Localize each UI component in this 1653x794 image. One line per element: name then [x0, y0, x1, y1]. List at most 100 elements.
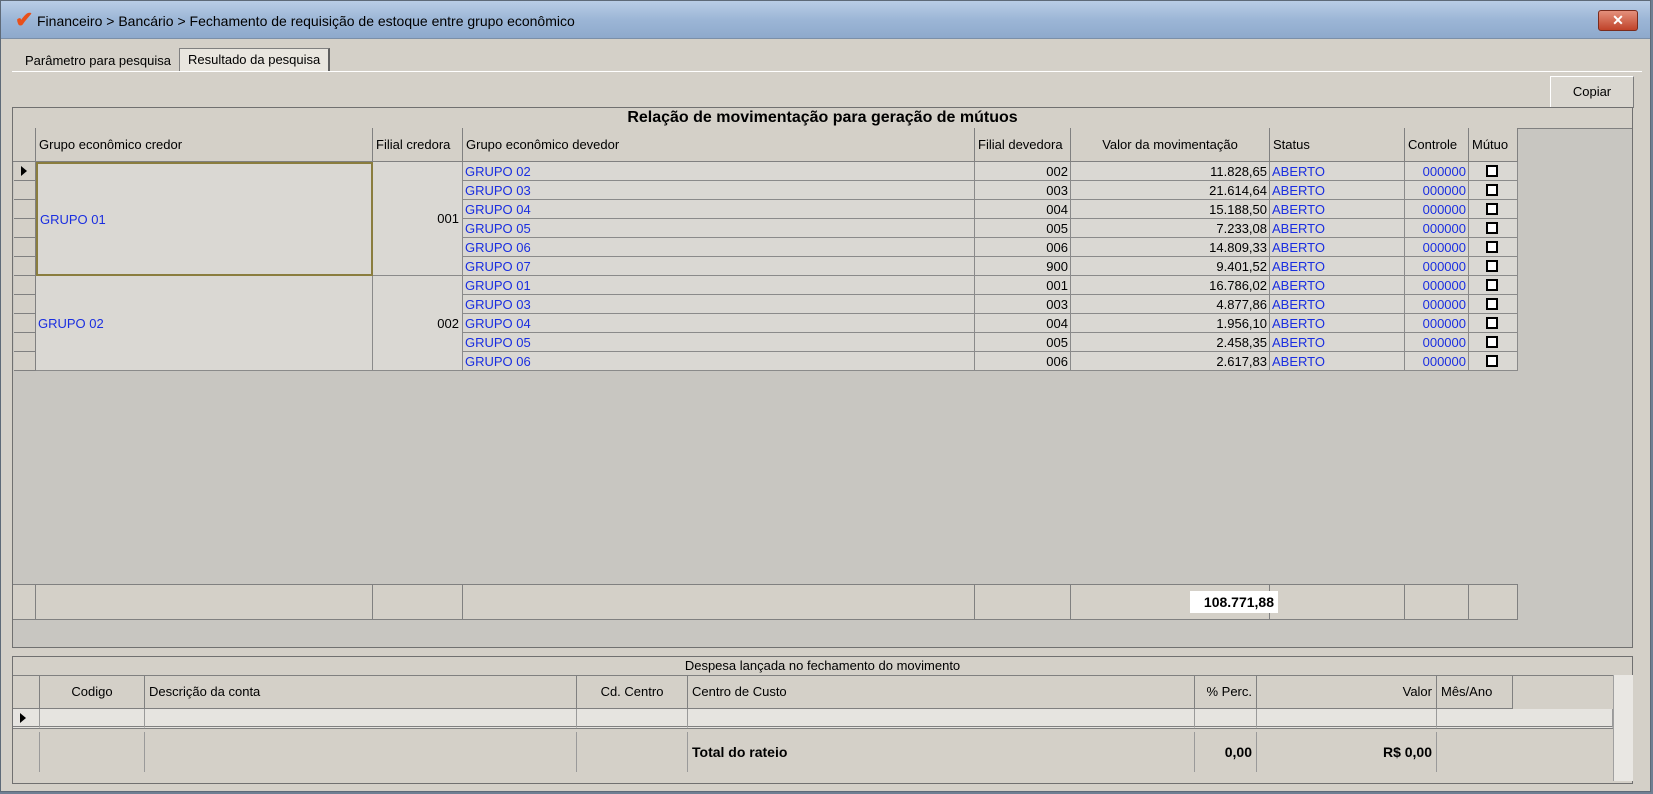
group-filial-credora[interactable]: 001: [373, 162, 463, 276]
col-centro-custo[interactable]: Centro de Custo: [688, 675, 1195, 709]
cell-devedor[interactable]: GRUPO 06: [463, 238, 975, 257]
cell-filial-devedora[interactable]: 001: [975, 276, 1071, 295]
col-valor[interactable]: Valor: [1257, 675, 1437, 709]
row-indicator[interactable]: [14, 162, 36, 181]
cell-filial-devedora[interactable]: 004: [975, 314, 1071, 333]
col-mutuo[interactable]: Mútuo: [1469, 128, 1518, 162]
cell-devedor[interactable]: GRUPO 05: [463, 333, 975, 352]
col-status[interactable]: Status: [1270, 128, 1405, 162]
cell-valor[interactable]: 1.956,10: [1071, 314, 1270, 333]
expense-cell[interactable]: [145, 709, 577, 729]
cell-valor[interactable]: 16.786,02: [1071, 276, 1270, 295]
cell-status[interactable]: ABERTO: [1270, 314, 1405, 333]
tab-search-parameters[interactable]: Parâmetro para pesquisa: [25, 50, 171, 72]
cell-controle[interactable]: 000000: [1405, 352, 1469, 371]
mutuo-checkbox[interactable]: [1486, 260, 1498, 272]
cell-status[interactable]: ABERTO: [1270, 333, 1405, 352]
mutuo-checkbox[interactable]: [1486, 279, 1498, 291]
mutuo-checkbox[interactable]: [1486, 355, 1498, 367]
expense-cell[interactable]: [40, 709, 145, 729]
cell-valor[interactable]: 15.188,50: [1071, 200, 1270, 219]
cell-controle[interactable]: 000000: [1405, 200, 1469, 219]
cell-status[interactable]: ABERTO: [1270, 200, 1405, 219]
cell-controle[interactable]: 000000: [1405, 333, 1469, 352]
cell-valor[interactable]: 9.401,52: [1071, 257, 1270, 276]
row-indicator[interactable]: [13, 709, 40, 729]
cell-filial-devedora[interactable]: 005: [975, 333, 1071, 352]
cell-controle[interactable]: 000000: [1405, 219, 1469, 238]
cell-devedor[interactable]: GRUPO 03: [463, 181, 975, 200]
expense-cell[interactable]: [1257, 709, 1437, 729]
cell-filial-devedora[interactable]: 005: [975, 219, 1071, 238]
row-indicator[interactable]: [14, 295, 36, 314]
col-filial-credora[interactable]: Filial credora: [373, 128, 463, 162]
cell-controle[interactable]: 000000: [1405, 181, 1469, 200]
mutuo-checkbox[interactable]: [1486, 336, 1498, 348]
cell-devedor[interactable]: GRUPO 05: [463, 219, 975, 238]
cell-devedor[interactable]: GRUPO 02: [463, 162, 975, 181]
cell-devedor[interactable]: GRUPO 04: [463, 314, 975, 333]
expense-cell[interactable]: [1437, 709, 1613, 729]
group-filial-credora[interactable]: 002: [373, 276, 463, 371]
row-indicator[interactable]: [14, 352, 36, 371]
cell-status[interactable]: ABERTO: [1270, 219, 1405, 238]
tab-search-results[interactable]: Resultado da pesquisa: [179, 48, 331, 71]
col-mes-ano[interactable]: Mês/Ano: [1437, 675, 1513, 709]
cell-devedor[interactable]: GRUPO 04: [463, 200, 975, 219]
mutuo-checkbox[interactable]: [1486, 222, 1498, 234]
cell-controle[interactable]: 000000: [1405, 238, 1469, 257]
cell-devedor[interactable]: GRUPO 06: [463, 352, 975, 371]
cell-controle[interactable]: 000000: [1405, 162, 1469, 181]
cell-controle[interactable]: 000000: [1405, 257, 1469, 276]
cell-filial-devedora[interactable]: 006: [975, 238, 1071, 257]
group-credor[interactable]: GRUPO 01: [36, 162, 373, 276]
cell-status[interactable]: ABERTO: [1270, 181, 1405, 200]
col-perc[interactable]: % Perc.: [1195, 675, 1257, 709]
close-button[interactable]: ✕: [1598, 10, 1638, 31]
cell-status[interactable]: ABERTO: [1270, 257, 1405, 276]
col-descricao[interactable]: Descrição da conta: [145, 675, 577, 709]
col-codigo[interactable]: Codigo: [40, 675, 145, 709]
row-indicator[interactable]: [14, 200, 36, 219]
cell-status[interactable]: ABERTO: [1270, 238, 1405, 257]
mutuo-checkbox[interactable]: [1486, 184, 1498, 196]
mutuo-checkbox[interactable]: [1486, 317, 1498, 329]
cell-valor[interactable]: 7.233,08: [1071, 219, 1270, 238]
mutuo-checkbox[interactable]: [1486, 165, 1498, 177]
row-indicator[interactable]: [14, 276, 36, 295]
col-controle[interactable]: Controle: [1405, 128, 1469, 162]
cell-devedor[interactable]: GRUPO 03: [463, 295, 975, 314]
cell-controle[interactable]: 000000: [1405, 295, 1469, 314]
cell-status[interactable]: ABERTO: [1270, 162, 1405, 181]
vertical-scrollbar[interactable]: [1613, 675, 1633, 781]
cell-devedor[interactable]: GRUPO 01: [463, 276, 975, 295]
expense-cell[interactable]: [688, 709, 1195, 729]
cell-valor[interactable]: 2.617,83: [1071, 352, 1270, 371]
cell-filial-devedora[interactable]: 002: [975, 162, 1071, 181]
cell-status[interactable]: ABERTO: [1270, 295, 1405, 314]
cell-controle[interactable]: 000000: [1405, 276, 1469, 295]
copy-button[interactable]: Copiar: [1550, 76, 1634, 108]
cell-controle[interactable]: 000000: [1405, 314, 1469, 333]
row-indicator[interactable]: [14, 257, 36, 276]
cell-filial-devedora[interactable]: 003: [975, 295, 1071, 314]
mutuo-checkbox[interactable]: [1486, 241, 1498, 253]
row-indicator[interactable]: [14, 181, 36, 200]
cell-devedor[interactable]: GRUPO 07: [463, 257, 975, 276]
cell-filial-devedora[interactable]: 004: [975, 200, 1071, 219]
expense-cell[interactable]: [1195, 709, 1257, 729]
mutuo-checkbox[interactable]: [1486, 298, 1498, 310]
col-credor[interactable]: Grupo econômico credor: [36, 128, 373, 162]
col-cd-centro[interactable]: Cd. Centro: [577, 675, 688, 709]
col-filial-devedora[interactable]: Filial devedora: [975, 128, 1071, 162]
row-indicator[interactable]: [14, 314, 36, 333]
cell-valor[interactable]: 11.828,65: [1071, 162, 1270, 181]
col-devedor[interactable]: Grupo econômico devedor: [463, 128, 975, 162]
cell-status[interactable]: ABERTO: [1270, 276, 1405, 295]
mutuo-checkbox[interactable]: [1486, 203, 1498, 215]
row-indicator[interactable]: [14, 333, 36, 352]
cell-valor[interactable]: 2.458,35: [1071, 333, 1270, 352]
cell-status[interactable]: ABERTO: [1270, 352, 1405, 371]
cell-valor[interactable]: 4.877,86: [1071, 295, 1270, 314]
cell-valor[interactable]: 14.809,33: [1071, 238, 1270, 257]
